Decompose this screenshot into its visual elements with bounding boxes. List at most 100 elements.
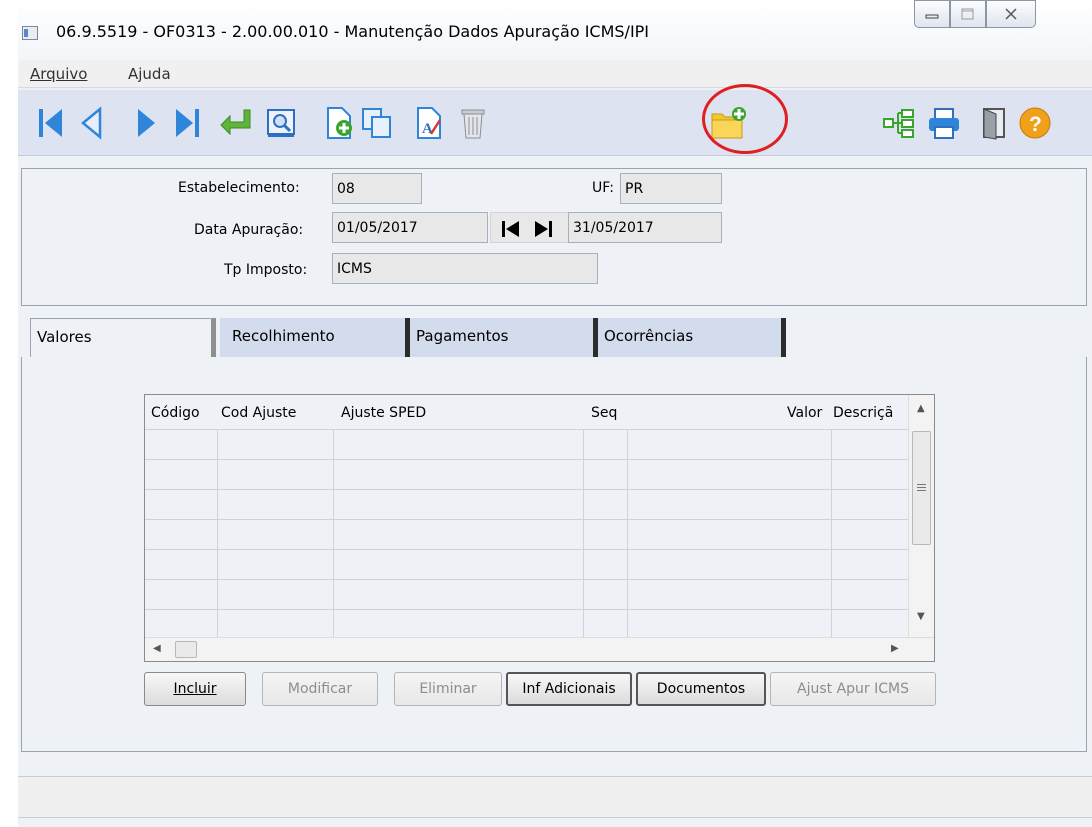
date-nav — [490, 212, 570, 243]
first-record-icon — [39, 109, 62, 137]
horizontal-scrollbar[interactable]: ◀ ▶ — [145, 637, 934, 661]
menu-arquivo-label: Arquivo — [30, 65, 88, 83]
grid-divider — [627, 429, 628, 637]
menu-ajuda[interactable]: Ajuda — [128, 65, 171, 83]
maximize-button[interactable] — [950, 0, 986, 28]
ajustes-grid[interactable]: Código Cod Ajuste Ajuste SPED Seq Valor … — [144, 394, 935, 662]
tab-ocorrencias-label: Ocorrências — [604, 327, 694, 345]
close-icon — [1005, 8, 1017, 20]
print-icon — [929, 108, 959, 139]
column-cod-ajuste[interactable]: Cod Ajuste — [221, 405, 296, 421]
previous-record-button[interactable] — [74, 106, 108, 140]
modificar-label: Modificar — [287, 681, 353, 697]
grid-divider — [333, 429, 334, 637]
app-icon — [22, 26, 38, 40]
data-inicio-field[interactable]: 01/05/2017 — [332, 212, 488, 243]
window-title: 06.9.5519 - OF0313 - 2.00.00.010 - Manut… — [56, 22, 650, 41]
vertical-scrollbar[interactable]: ▲ ▼ — [908, 395, 934, 637]
incluir-button[interactable]: Incluir — [144, 672, 246, 706]
tp-imposto-field[interactable]: ICMS — [332, 253, 598, 284]
tree-icon — [883, 109, 914, 138]
tab-ocorrencias[interactable]: Ocorrências — [598, 318, 786, 358]
modificar-button[interactable]: Modificar — [262, 672, 378, 706]
delete-button[interactable] — [456, 106, 490, 140]
goto-icon — [220, 109, 251, 136]
grid-row-line — [145, 429, 909, 430]
column-codigo[interactable]: Código — [151, 405, 200, 421]
search-button[interactable] — [264, 106, 298, 140]
estabelecimento-field[interactable]: 08 — [332, 173, 422, 204]
close-button[interactable] — [986, 0, 1036, 28]
edit-icon: A — [417, 107, 442, 139]
tab-recolhimento-label: Recolhimento — [232, 327, 335, 345]
exit-button[interactable] — [978, 106, 1012, 140]
data-fim-field[interactable]: 31/05/2017 — [568, 212, 722, 243]
add-icon — [327, 107, 352, 139]
tab-pagamentos-label: Pagamentos — [416, 327, 509, 345]
grid-header: Código Cod Ajuste Ajuste SPED Seq Valor … — [145, 395, 909, 429]
menu-ajuda-label: Ajuda — [128, 65, 171, 83]
tab-recolhimento[interactable]: Recolhimento — [220, 318, 410, 358]
help-icon: ? — [1019, 107, 1051, 139]
copy-icon — [362, 108, 391, 138]
last-record-button[interactable] — [170, 106, 204, 140]
grid-divider — [583, 429, 584, 637]
tp-imposto-label: Tp Imposto: — [224, 262, 308, 278]
ajust-apur-icms-label: Ajust Apur ICMS — [797, 681, 909, 697]
documentos-label: Documentos — [656, 681, 746, 697]
window-controls — [914, 0, 1036, 30]
documentos-button[interactable]: Documentos — [636, 672, 766, 706]
menu-arquivo[interactable]: Arquivo — [30, 65, 87, 83]
scroll-right-icon[interactable]: ▶ — [891, 643, 899, 654]
estabelecimento-label: Estabelecimento: — [178, 180, 300, 196]
grid-row-line — [145, 489, 909, 490]
ajust-apur-icms-button[interactable]: Ajust Apur ICMS — [770, 672, 936, 706]
help-button[interactable]: ? — [1018, 106, 1052, 140]
grid-row-line — [145, 459, 909, 460]
date-next-button[interactable] — [529, 219, 557, 239]
grid-row-line — [145, 519, 909, 520]
incluir-label: Incluir — [173, 681, 217, 697]
exit-icon — [983, 108, 1005, 140]
column-seq[interactable]: Seq — [591, 405, 617, 421]
scroll-up-icon[interactable]: ▲ — [917, 403, 925, 414]
column-ajuste-sped[interactable]: Ajuste SPED — [341, 405, 426, 421]
scroll-down-icon[interactable]: ▼ — [917, 611, 925, 622]
svg-text:?: ? — [1029, 113, 1042, 136]
grid-divider — [217, 429, 218, 637]
vertical-scroll-thumb[interactable] — [912, 431, 931, 545]
delete-icon — [461, 109, 485, 139]
eliminar-label: Eliminar — [419, 681, 477, 697]
inf-adicionais-label: Inf Adicionais — [522, 681, 616, 697]
maximize-icon — [961, 8, 974, 20]
grid-row-line — [145, 549, 909, 550]
goto-button[interactable] — [218, 106, 252, 140]
scroll-left-icon[interactable]: ◀ — [153, 643, 161, 654]
first-record-button[interactable] — [34, 106, 68, 140]
highlight-circle — [702, 84, 788, 154]
menu-bar: Arquivo Ajuda — [18, 60, 1092, 88]
grid-row-line — [145, 579, 909, 580]
add-button[interactable] — [322, 106, 356, 140]
toolbar: A ? — [18, 90, 1092, 156]
column-descricao[interactable]: Descriçã — [833, 405, 909, 421]
copy-button[interactable] — [360, 106, 394, 140]
tab-valores-label: Valores — [37, 328, 92, 346]
data-apuracao-label: Data Apuração: — [194, 222, 304, 238]
print-button[interactable] — [926, 106, 960, 140]
minimize-button[interactable] — [914, 0, 950, 28]
status-bar — [18, 776, 1092, 818]
grid-divider — [831, 429, 832, 637]
next-record-button[interactable] — [130, 106, 164, 140]
horizontal-scroll-thumb[interactable] — [175, 641, 197, 658]
tab-valores[interactable]: Valores — [30, 318, 216, 358]
edit-button[interactable]: A — [412, 106, 446, 140]
uf-field[interactable]: PR — [620, 173, 722, 204]
inf-adicionais-button[interactable]: Inf Adicionais — [506, 672, 632, 706]
column-valor[interactable]: Valor — [787, 405, 822, 421]
tab-pagamentos[interactable]: Pagamentos — [410, 318, 598, 358]
eliminar-button[interactable]: Eliminar — [394, 672, 502, 706]
tree-button[interactable] — [882, 106, 916, 140]
date-prev-button[interactable] — [497, 219, 525, 239]
last-record-icon — [176, 109, 199, 137]
